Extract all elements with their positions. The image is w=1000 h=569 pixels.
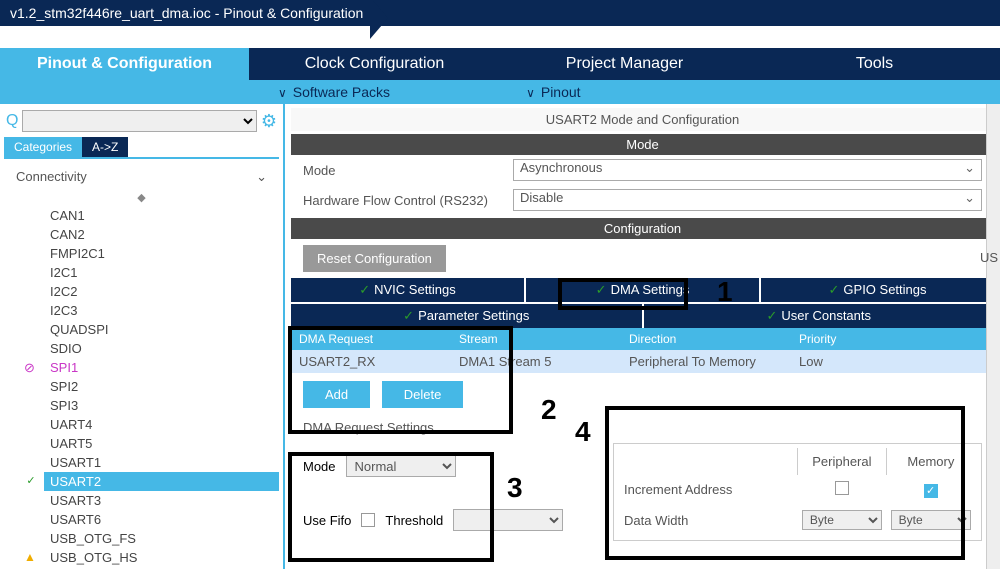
periph-usart3[interactable]: USART3 (44, 491, 279, 510)
check-icon: ✓ (403, 308, 414, 323)
delete-button[interactable]: Delete (382, 381, 464, 408)
increment-address-label: Increment Address (620, 475, 798, 504)
tab-gpio-settings[interactable]: ✓GPIO Settings (761, 278, 994, 302)
tab-categories[interactable]: Categories (4, 137, 82, 157)
sort-icon[interactable]: ◆ (4, 189, 279, 206)
category-label: Connectivity (16, 169, 87, 185)
mode-label: Mode (303, 163, 513, 178)
periph-spi3[interactable]: SPI3 (44, 396, 279, 415)
col-peripheral: Peripheral (798, 448, 887, 475)
config-header: Configuration (291, 218, 994, 239)
flow-control-select[interactable]: Disable (513, 189, 982, 211)
breadcrumb-item: v1.2_stm32f446re_uart_dma.ioc - Pinout &… (10, 5, 388, 21)
periph-sdio[interactable]: SDIO (44, 339, 279, 358)
reset-config-button[interactable]: Reset Configuration (303, 245, 446, 272)
tab-tools[interactable]: Tools (750, 48, 1000, 80)
tab-dma-settings[interactable]: ✓DMA Settings (526, 278, 759, 302)
gear-icon[interactable]: ⚙ (261, 111, 277, 132)
check-icon: ✓ (359, 282, 370, 297)
tab-nvic-settings[interactable]: ✓NVIC Settings (291, 278, 524, 302)
cell-direction: Peripheral To Memory (621, 350, 791, 373)
periph-usart1[interactable]: USART1 (44, 453, 279, 472)
check-icon: ✓ (767, 308, 778, 323)
use-fifo-label: Use Fifo (303, 513, 351, 528)
breadcrumb-bar: v1.2_stm32f446re_uart_dma.ioc - Pinout &… (0, 0, 1000, 26)
periph-usb-otg-hs[interactable]: USB_OTG_HS (44, 548, 279, 567)
incr-periph-checkbox[interactable] (835, 481, 849, 495)
col-direction: Direction (621, 328, 791, 350)
periph-width-select[interactable]: Byte (802, 510, 882, 530)
periph-usart2[interactable]: USART2 (44, 472, 279, 491)
periph-i2c1[interactable]: I2C1 (44, 263, 279, 282)
cell-dma-request: USART2_RX (291, 350, 451, 373)
subtab-pinout[interactable]: Pinout (508, 80, 599, 104)
periph-i2c3[interactable]: I2C3 (44, 301, 279, 320)
incr-mem-checkbox[interactable]: ✓ (924, 484, 938, 498)
search-icon: Q (6, 112, 18, 130)
peripheral-list: CAN1 CAN2 FMPI2C1 I2C1 I2C2 I2C3 QUADSPI… (4, 206, 279, 567)
chevron-down-icon: ⌄ (256, 169, 267, 185)
tab-user-constants[interactable]: ✓User Constants (644, 304, 995, 328)
subtab-software-packs[interactable]: Software Packs (260, 80, 408, 104)
cutoff-text: US (980, 250, 998, 265)
col-memory: Memory (886, 448, 975, 475)
periph-quadspi[interactable]: QUADSPI (44, 320, 279, 339)
panel-title: USART2 Mode and Configuration (291, 108, 994, 131)
left-sidebar: Q ⚙ Categories A->Z Connectivity ⌄ ◆ CAN… (0, 104, 285, 569)
periph-spi1[interactable]: SPI1 (44, 358, 279, 377)
dma-mode-label: Mode (303, 459, 336, 474)
check-icon: ✓ (829, 282, 840, 297)
dma-table-header: DMA Request Stream Direction Priority (291, 328, 994, 350)
col-dma-request: DMA Request (291, 328, 451, 350)
mem-width-select[interactable]: Byte (891, 510, 971, 530)
breadcrumb-section: Pinout & Configuration (223, 5, 363, 21)
scrollbar[interactable] (986, 104, 1000, 569)
col-stream: Stream (451, 328, 621, 350)
chevron-right-icon (370, 0, 388, 39)
dma-mode-select[interactable]: Normal (346, 455, 456, 477)
periph-spi2[interactable]: SPI2 (44, 377, 279, 396)
main-tabs: Pinout & Configuration Clock Configurati… (0, 48, 1000, 80)
data-width-label: Data Width (620, 504, 798, 536)
category-connectivity[interactable]: Connectivity ⌄ (4, 159, 279, 189)
periph-can2[interactable]: CAN2 (44, 225, 279, 244)
tab-parameter-settings[interactable]: ✓Parameter Settings (291, 304, 642, 328)
tab-pinout-config[interactable]: Pinout & Configuration (0, 48, 250, 80)
mode-header: Mode (291, 134, 994, 155)
add-button[interactable]: Add (303, 381, 370, 408)
cell-stream: DMA1 Stream 5 (451, 350, 621, 373)
tab-project-manager[interactable]: Project Manager (500, 48, 750, 80)
check-icon: ✓ (596, 282, 607, 297)
col-priority: Priority (791, 328, 994, 350)
dma-row[interactable]: USART2_RX DMA1 Stream 5 Peripheral To Me… (291, 350, 994, 373)
cell-priority: Low (791, 350, 994, 373)
periph-i2c2[interactable]: I2C2 (44, 282, 279, 301)
search-input[interactable] (22, 110, 256, 132)
periph-can1[interactable]: CAN1 (44, 206, 279, 225)
dma-request-settings-label: DMA Request Settings (291, 416, 994, 439)
periph-usart6[interactable]: USART6 (44, 510, 279, 529)
threshold-label: Threshold (385, 513, 443, 528)
tab-clock-config[interactable]: Clock Configuration (250, 48, 500, 80)
breadcrumb-file: v1.2_stm32f446re_uart_dma.ioc (10, 5, 211, 21)
periph-uart5[interactable]: UART5 (44, 434, 279, 453)
periph-fmpi2c1[interactable]: FMPI2C1 (44, 244, 279, 263)
use-fifo-checkbox[interactable] (361, 513, 375, 527)
mode-select[interactable]: Asynchronous (513, 159, 982, 181)
periph-uart4[interactable]: UART4 (44, 415, 279, 434)
tab-a-z[interactable]: A->Z (82, 137, 128, 157)
sub-tabs: Software Packs Pinout (0, 80, 1000, 104)
threshold-select[interactable] (453, 509, 563, 531)
flow-control-label: Hardware Flow Control (RS232) (303, 193, 513, 208)
periph-usb-otg-fs[interactable]: USB_OTG_FS (44, 529, 279, 548)
config-panel: USART2 Mode and Configuration Mode Mode … (285, 104, 1000, 569)
